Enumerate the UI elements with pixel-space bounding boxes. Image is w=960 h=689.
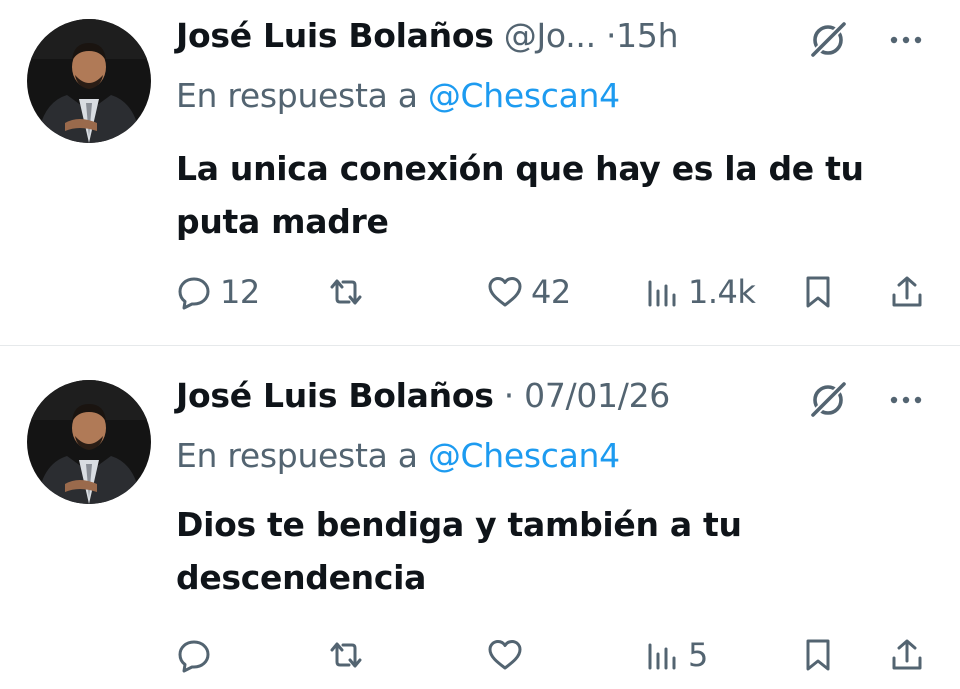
reply-icon: [178, 640, 210, 673]
bookmark-button[interactable]: [800, 266, 836, 318]
like-count: 42: [531, 273, 571, 311]
views-chart-icon: [648, 643, 676, 670]
tweet-text: Dios te bendiga y también a tu descenden…: [176, 505, 742, 597]
tweet[interactable]: José Luis Bolaños @Jo... ·15h En respues…: [0, 0, 960, 345]
reply-prefix: En respuesta a: [176, 436, 418, 475]
reply-context: En respuesta a @Chescan4: [176, 74, 620, 118]
action-bar: 12 42 1.4k: [0, 266, 960, 318]
timestamp[interactable]: 15h: [616, 16, 678, 55]
bookmark-icon: [806, 276, 830, 308]
grok-icon[interactable]: [806, 18, 850, 62]
bookmark-button[interactable]: [800, 629, 836, 681]
author-name[interactable]: José Luis Bolaños: [176, 376, 494, 415]
timestamp[interactable]: 07/01/26: [524, 376, 670, 415]
retweet-button[interactable]: [328, 629, 372, 681]
views-button[interactable]: 1.4k: [644, 266, 756, 318]
more-icon[interactable]: [884, 378, 928, 422]
avatar-image: [27, 19, 151, 143]
retweet-icon: [330, 642, 362, 668]
more-icon[interactable]: [884, 18, 928, 62]
heart-icon: [488, 640, 522, 670]
grok-icon[interactable]: [806, 378, 850, 422]
retweet-button[interactable]: [328, 266, 372, 318]
retweet-icon: [330, 279, 362, 305]
heart-icon: [488, 277, 522, 307]
author-handle[interactable]: @Jo...: [504, 16, 596, 55]
view-count: 1.4k: [688, 273, 756, 311]
action-bar: 5: [0, 629, 960, 681]
tweet-header: José Luis Bolaños @Jo... ·15h: [176, 14, 678, 58]
separator-dot: ·: [605, 16, 617, 55]
reply-context: En respuesta a @Chescan4: [176, 434, 620, 478]
view-count: 5: [688, 636, 708, 674]
reply-icon: [178, 277, 210, 310]
tweet-header: José Luis Bolaños · 07/01/26: [176, 374, 670, 418]
tweet-text: La unica conexión que hay es la de tu pu…: [176, 149, 864, 241]
avatar[interactable]: [27, 19, 151, 143]
share-icon: [892, 639, 922, 670]
reply-button[interactable]: [176, 629, 220, 681]
share-icon: [892, 276, 922, 307]
views-chart-icon: [648, 280, 676, 307]
share-button[interactable]: [889, 629, 925, 681]
separator-dot: ·: [503, 376, 515, 415]
share-button[interactable]: [889, 266, 925, 318]
like-button[interactable]: 42: [487, 266, 571, 318]
reply-count: 12: [220, 273, 260, 311]
avatar[interactable]: [27, 380, 151, 504]
like-button[interactable]: [487, 629, 531, 681]
bookmark-icon: [806, 639, 830, 671]
author-name[interactable]: José Luis Bolaños: [176, 16, 494, 55]
reply-button[interactable]: 12: [176, 266, 260, 318]
reply-mention-link[interactable]: @Chescan4: [428, 76, 620, 115]
tweet[interactable]: José Luis Bolaños · 07/01/26 En respuest…: [0, 346, 960, 689]
reply-mention-link[interactable]: @Chescan4: [428, 436, 620, 475]
avatar-image: [27, 380, 151, 504]
reply-prefix: En respuesta a: [176, 76, 418, 115]
views-button[interactable]: 5: [644, 629, 708, 681]
